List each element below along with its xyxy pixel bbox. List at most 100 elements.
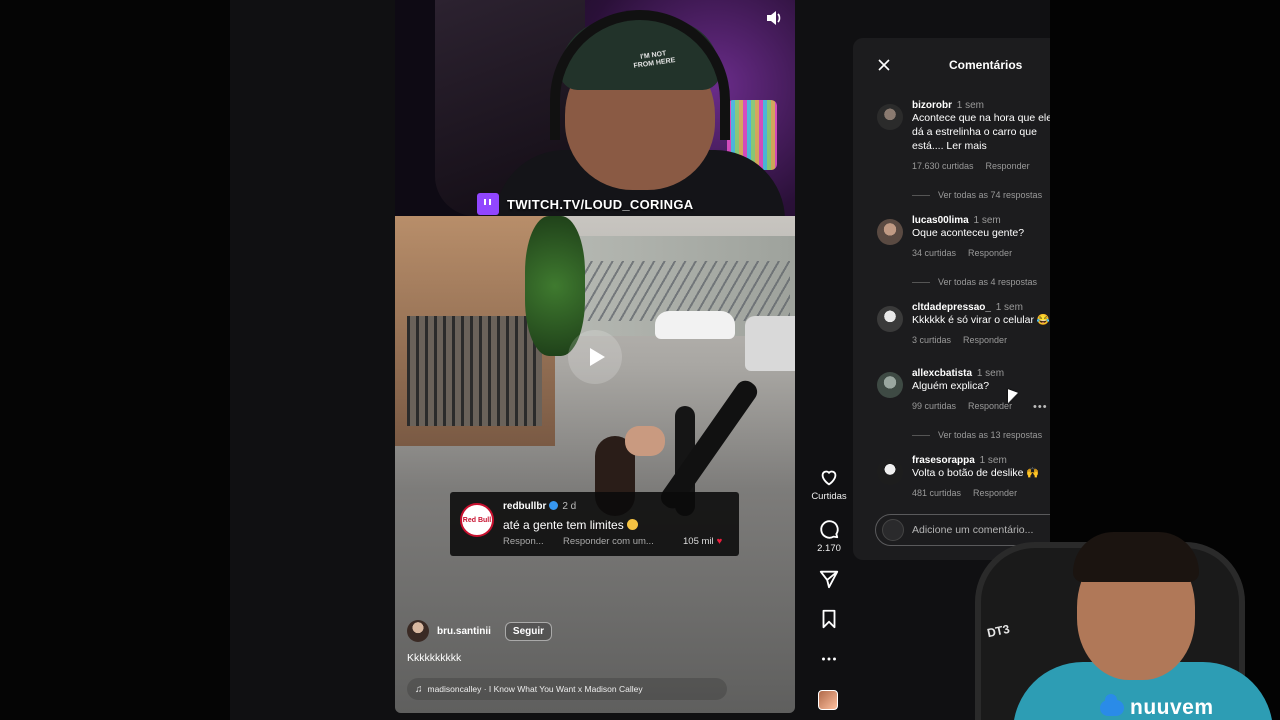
- view-replies-link[interactable]: Ver todas as 4 respostas: [912, 277, 1037, 287]
- close-icon[interactable]: [873, 54, 895, 76]
- background-left: [0, 0, 230, 720]
- twitch-channel: TWITCH.TV/LOUD_CORINGA: [507, 196, 694, 212]
- comment-username-text[interactable]: frasesorappa: [912, 455, 975, 466]
- owner-avatar[interactable]: [407, 620, 429, 642]
- webcam-overlay: DT3: [955, 512, 1280, 720]
- comment-body: frasesorappa 1 sem Volta o botão de desl…: [912, 455, 1050, 498]
- like-label: Curtidas: [811, 491, 847, 502]
- comment-body: lucas00lima 1 sem Oque aconteceu gente? …: [912, 215, 1050, 258]
- comment-text: Alguém explica?: [912, 380, 990, 392]
- comment-username[interactable]: allexcbatista 1 sem: [912, 368, 1050, 379]
- reply-button[interactable]: Responder: [968, 248, 1012, 258]
- comment-username[interactable]: bizorobr 1 sem: [912, 100, 1050, 111]
- follow-button[interactable]: Seguir: [504, 621, 553, 641]
- comment-username-text[interactable]: allexcbatista: [912, 368, 972, 379]
- nuuvem-watermark: nuuvem: [1100, 694, 1214, 720]
- dancer-torso: [625, 426, 665, 456]
- webcam-hair: [1073, 532, 1199, 582]
- music-note-icon: ♫: [415, 683, 423, 695]
- gate: [407, 316, 542, 426]
- comment-username[interactable]: cltdadepressao_ 1 sem: [912, 302, 1050, 313]
- nuuvem-brand: nuuvem: [1130, 696, 1214, 719]
- share-action[interactable]: [806, 568, 852, 590]
- comment-likes: 99 curtidas: [912, 401, 957, 411]
- play-icon[interactable]: [568, 330, 622, 384]
- commenter-avatar[interactable]: [877, 219, 903, 245]
- reply-text: até a gente tem limites: [503, 518, 638, 532]
- comment-meta: 481 curtidas Responder: [912, 488, 1050, 498]
- comment-time: 1 sem: [976, 368, 1005, 379]
- save-action[interactable]: [806, 608, 852, 630]
- reel-owner: bru.santinii Seguir: [407, 620, 553, 642]
- commenter-avatar[interactable]: [877, 459, 903, 485]
- bookmark-icon[interactable]: [818, 608, 840, 630]
- tree: [525, 216, 585, 356]
- reply-likes-count: 105 mil: [683, 536, 714, 547]
- music-title: madisoncalley · I Know What You Want x M…: [427, 684, 643, 694]
- reply-sticker: Red Bull redbullbr 2 d até a gente tem li…: [450, 492, 739, 556]
- reply-button[interactable]: Responder: [963, 335, 1007, 345]
- comment-body: cltdadepressao_ 1 sem Kkkkkk é só virar …: [912, 302, 1050, 345]
- redbull-avatar: Red Bull: [460, 503, 494, 537]
- comment-time: 1 sem: [956, 100, 985, 111]
- screen: I'M NOT FROM HERE TWITCH.TV/LOUD_CORINGA: [0, 0, 1280, 720]
- comment-time: 1 sem: [973, 215, 1001, 226]
- comment-likes: 17.630 curtidas: [912, 161, 974, 171]
- grimace-emoji-icon: [626, 519, 638, 530]
- heart-icon[interactable]: [818, 466, 840, 488]
- comment-text: Acontece que na hora que ele dá a estrel…: [912, 112, 1050, 152]
- more-options-icon[interactable]: •••: [1033, 401, 1048, 413]
- reply-link: Respon...: [503, 536, 544, 547]
- reply-username-text: redbullbr: [503, 501, 547, 512]
- silver-car: [745, 316, 795, 371]
- commenter-avatar[interactable]: [877, 104, 903, 130]
- comment-text: Kkkkkk é só virar o celular 😂: [912, 314, 1050, 326]
- reply-time: 2 d: [562, 501, 577, 512]
- heart-filled-icon: ♥: [716, 536, 723, 547]
- comments-title: Comentários: [949, 58, 1023, 72]
- comment-meta: 17.630 curtidas Responder: [912, 161, 1050, 171]
- comment-username[interactable]: frasesorappa 1 sem: [912, 455, 1050, 466]
- comment-body: bizorobr 1 sem Acontece que na hora que …: [912, 100, 1050, 171]
- comment-icon[interactable]: [818, 518, 840, 540]
- comment-meta: 99 curtidas Responder: [912, 401, 1050, 411]
- reply-button[interactable]: Responder: [968, 401, 1012, 411]
- like-action[interactable]: Curtidas: [806, 466, 852, 502]
- streamer-cam-overlay: I'M NOT FROM HERE TWITCH.TV/LOUD_CORINGA: [395, 0, 795, 220]
- comment-likes: 34 curtidas: [912, 248, 957, 258]
- more-action[interactable]: [806, 648, 852, 670]
- comment-username-text[interactable]: lucas00lima: [912, 215, 969, 226]
- reply-button[interactable]: Responder: [986, 161, 1030, 171]
- comment-likes: 3 curtidas: [912, 335, 952, 345]
- reel-video[interactable]: I'M NOT FROM HERE TWITCH.TV/LOUD_CORINGA: [395, 0, 795, 713]
- comments-panel: Comentários bizorobr 1 sem Acontece que …: [853, 38, 1050, 560]
- reply-username: redbullbr 2 d: [503, 501, 576, 512]
- comment-meta: 3 curtidas Responder: [912, 335, 1050, 345]
- comment-action[interactable]: 2.170: [806, 518, 852, 554]
- twitch-overlay: TWITCH.TV/LOUD_CORINGA: [477, 193, 693, 215]
- view-replies-link[interactable]: Ver todas as 74 respostas: [912, 190, 1042, 200]
- comment-username-text[interactable]: cltdadepressao_: [912, 302, 991, 313]
- view-replies-link[interactable]: Ver todas as 13 respostas: [912, 430, 1042, 440]
- commenter-avatar[interactable]: [877, 306, 903, 332]
- volume-icon[interactable]: [765, 10, 787, 28]
- more-icon[interactable]: [818, 648, 840, 670]
- comment-text: Oque aconteceu gente?: [912, 227, 1025, 239]
- comment-time: 1 sem: [979, 455, 1007, 466]
- verified-icon: [549, 501, 559, 510]
- current-user-avatar: [882, 519, 904, 541]
- comment-username[interactable]: lucas00lima 1 sem: [912, 215, 1050, 226]
- comment-count: 2.170: [817, 543, 841, 554]
- audio-thumbnail[interactable]: [818, 690, 838, 710]
- commenter-avatar[interactable]: [877, 372, 903, 398]
- owner-username[interactable]: bru.santinii: [437, 626, 491, 637]
- comment-time: 1 sem: [995, 302, 1023, 313]
- reply-with-link: Responder com um...: [563, 536, 654, 547]
- reply-button[interactable]: Responder: [973, 488, 1017, 498]
- music-bar[interactable]: ♫ madisoncalley · I Know What You Want x…: [407, 678, 727, 700]
- reel-caption: Kkkkkkkkkk: [407, 652, 462, 664]
- cloud-icon: [1100, 694, 1124, 716]
- comment-text: Volta o botão de deslike 🙌: [912, 467, 1040, 479]
- comment-username-text[interactable]: bizorobr: [912, 100, 952, 111]
- send-icon[interactable]: [818, 568, 840, 590]
